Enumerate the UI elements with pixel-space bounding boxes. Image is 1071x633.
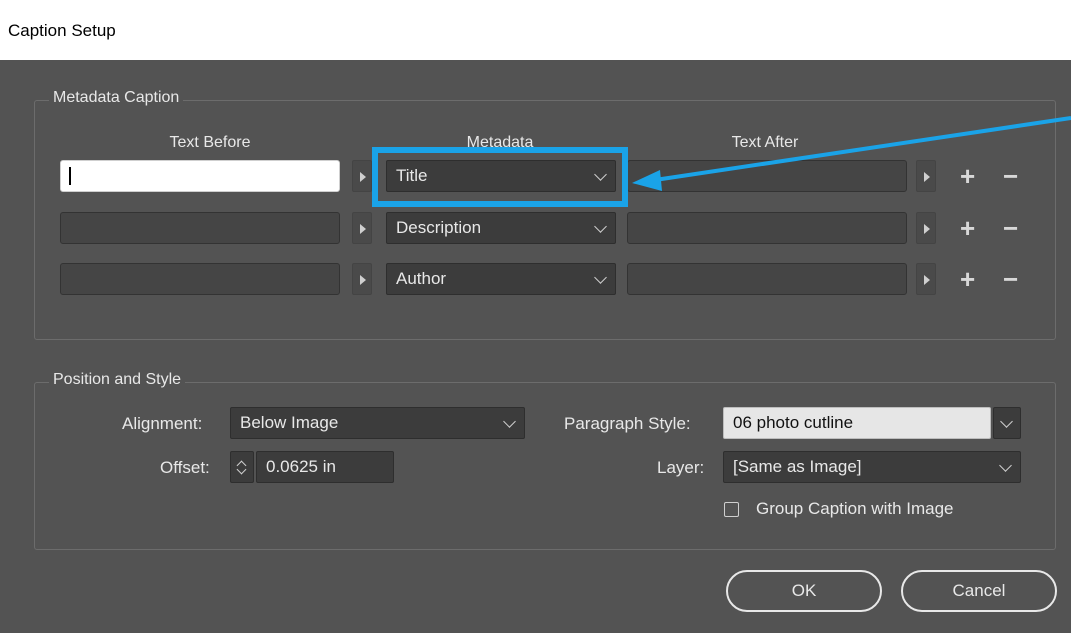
text-before-input-2[interactable]	[60, 212, 340, 244]
metadata-caption-title: Metadata Caption	[49, 89, 184, 107]
metadata-select-2-value: Description	[396, 218, 482, 237]
layer-select-value: [Same as Image]	[733, 457, 862, 476]
chevron-down-icon	[999, 459, 1012, 472]
annotation-highlight-box	[372, 147, 628, 207]
insert-special-char-after-button-2[interactable]	[916, 212, 936, 244]
window-titlebar: Caption Setup	[0, 0, 1071, 60]
chevron-down-icon	[503, 415, 516, 428]
metadata-select-2[interactable]: Description	[386, 212, 616, 244]
metadata-select-3[interactable]: Author	[386, 263, 616, 295]
paragraph-style-select[interactable]: 06 photo cutline	[723, 407, 991, 439]
insert-special-char-before-button-3[interactable]	[352, 263, 372, 295]
insert-special-char-before-button-1[interactable]	[352, 160, 372, 192]
cancel-button[interactable]: Cancel	[901, 570, 1057, 612]
paragraph-style-dropdown-button[interactable]	[993, 407, 1021, 439]
window-title: Caption Setup	[8, 21, 116, 40]
paragraph-style-label: Paragraph Style:	[564, 414, 691, 433]
add-row-button-2[interactable]: +	[960, 212, 975, 244]
offset-input-value: 0.0625 in	[266, 457, 336, 476]
text-after-input-2[interactable]	[627, 212, 907, 244]
remove-row-button-3[interactable]: −	[1003, 263, 1018, 295]
layer-label: Layer:	[657, 458, 705, 477]
chevron-down-icon	[594, 220, 607, 233]
text-before-input-3[interactable]	[60, 263, 340, 295]
text-cursor	[69, 167, 71, 185]
ok-button[interactable]: OK	[726, 570, 882, 612]
paragraph-style-value: 06 photo cutline	[733, 413, 854, 432]
insert-special-char-after-button-1[interactable]	[916, 160, 936, 192]
add-row-button-3[interactable]: +	[960, 263, 975, 295]
column-header-text-after: Text After	[731, 134, 799, 151]
metadata-select-3-value: Author	[396, 269, 447, 288]
insert-special-char-after-button-3[interactable]	[916, 263, 936, 295]
offset-input[interactable]: 0.0625 in	[256, 451, 394, 483]
group-caption-checkbox[interactable]	[724, 502, 739, 517]
chevron-down-icon	[594, 271, 607, 284]
text-after-input-3[interactable]	[627, 263, 907, 295]
alignment-select-value: Below Image	[240, 413, 339, 432]
chevron-down-icon	[1000, 415, 1013, 428]
text-after-input-1[interactable]	[627, 160, 907, 192]
text-before-input-1[interactable]	[60, 160, 340, 192]
position-style-title: Position and Style	[49, 371, 186, 389]
group-caption-label[interactable]: Group Caption with Image	[756, 499, 954, 519]
remove-row-button-2[interactable]: −	[1003, 212, 1018, 244]
insert-special-char-before-button-2[interactable]	[352, 212, 372, 244]
offset-spinner-icon[interactable]	[230, 451, 254, 483]
add-row-button-1[interactable]: +	[960, 160, 975, 192]
remove-row-button-1[interactable]: −	[1003, 160, 1018, 192]
layer-select[interactable]: [Same as Image]	[723, 451, 1021, 483]
alignment-label: Alignment:	[122, 414, 203, 433]
alignment-select[interactable]: Below Image	[230, 407, 525, 439]
offset-label: Offset:	[160, 458, 210, 477]
column-header-text-before: Text Before	[169, 134, 251, 151]
